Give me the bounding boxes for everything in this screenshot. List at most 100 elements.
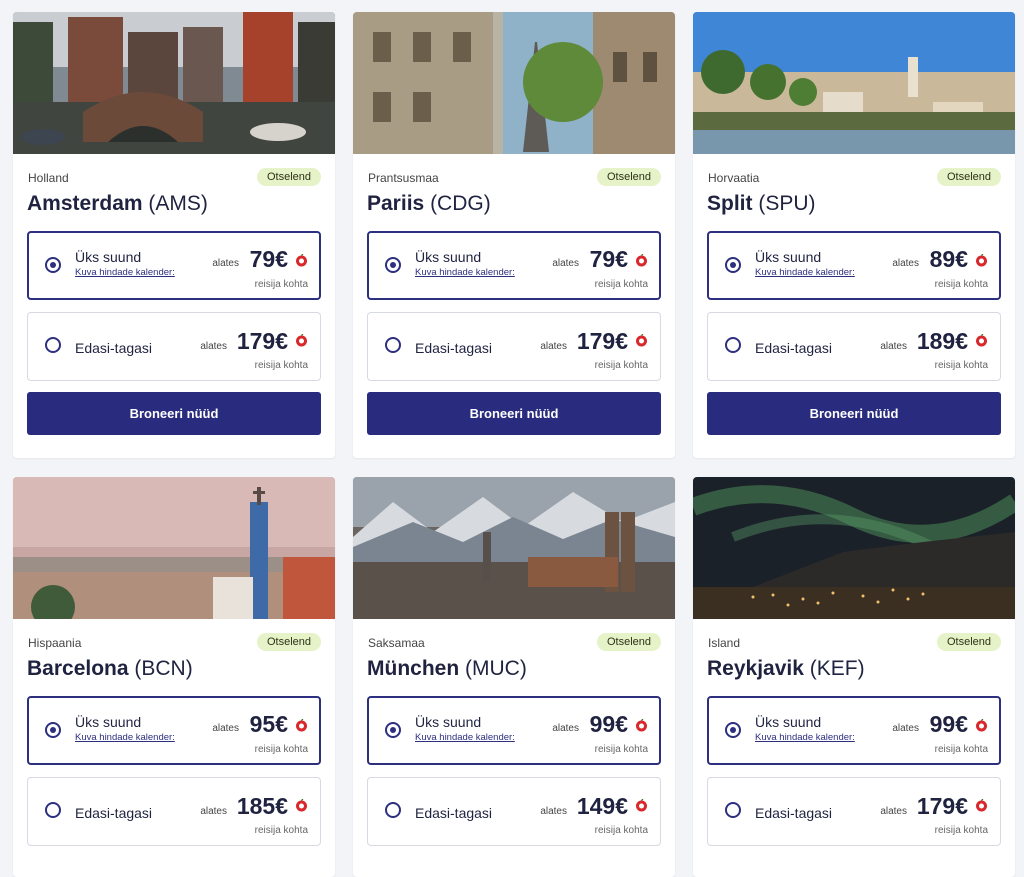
- round-trip-option[interactable]: Edasi-tagasi alates 179€ reisija kohta: [707, 777, 1001, 846]
- round-trip-option[interactable]: Edasi-tagasi alates 185€ reisija kohta: [27, 777, 321, 846]
- round-trip-option[interactable]: Edasi-tagasi alates 189€ reisija kohta: [707, 312, 1001, 381]
- destination-photo-split: [693, 12, 1015, 154]
- airline-logo-icon: [296, 334, 307, 347]
- price-from-label: alates: [212, 723, 239, 734]
- price-from-label: alates: [892, 723, 919, 734]
- per-passenger-label: reisija kohta: [594, 744, 648, 755]
- one-way-option[interactable]: Üks suund Kuva hindade kalender: alates …: [707, 696, 1001, 765]
- airline-logo-icon: [296, 799, 307, 812]
- price-value: 79€: [589, 246, 628, 272]
- option-label: Üks suund: [415, 249, 482, 265]
- book-now-button[interactable]: Broneeri nüüd: [367, 392, 661, 435]
- price-value: 99€: [929, 711, 968, 737]
- destination-title: Amsterdam (AMS): [27, 191, 321, 217]
- direct-flight-badge: Otselend: [936, 633, 1001, 651]
- destination-photo-barcelona: [13, 477, 335, 619]
- option-label: Edasi-tagasi: [755, 340, 833, 356]
- price-from-label: alates: [540, 806, 567, 817]
- destination-grid: Holland Otselend Amsterdam (AMS) Üks suu…: [0, 0, 1024, 877]
- radio-selected-icon[interactable]: [725, 722, 741, 738]
- option-label: Edasi-tagasi: [75, 805, 153, 821]
- price-calendar-link[interactable]: Kuva hindade kalender:: [755, 267, 855, 278]
- city-name: München: [367, 657, 460, 680]
- price-value: 89€: [929, 246, 968, 272]
- per-passenger-label: reisija kohta: [934, 360, 988, 371]
- airline-logo-icon: [636, 334, 647, 347]
- direct-flight-badge: Otselend: [596, 633, 661, 651]
- radio-icon[interactable]: [725, 802, 741, 818]
- destination-card-amsterdam: Holland Otselend Amsterdam (AMS) Üks suu…: [13, 12, 335, 458]
- book-now-button[interactable]: Broneeri nüüd: [707, 392, 1001, 435]
- radio-icon[interactable]: [725, 337, 741, 353]
- per-passenger-label: reisija kohta: [934, 279, 988, 290]
- airline-logo-icon: [636, 719, 647, 732]
- destination-title: Split (SPU): [707, 191, 1001, 217]
- price-value: 99€: [589, 711, 628, 737]
- option-label: Üks suund: [755, 249, 822, 265]
- direct-flight-badge: Otselend: [256, 168, 321, 186]
- one-way-option[interactable]: Üks suund Kuva hindade kalender: alates …: [27, 696, 321, 765]
- price-from-label: alates: [552, 723, 579, 734]
- option-label: Üks suund: [755, 714, 822, 730]
- round-trip-option[interactable]: Edasi-tagasi alates 179€ reisija kohta: [367, 312, 661, 381]
- price-from-label: alates: [880, 341, 907, 352]
- radio-selected-icon[interactable]: [725, 257, 741, 273]
- option-label: Üks suund: [75, 249, 142, 265]
- airline-logo-icon: [976, 334, 987, 347]
- one-way-option[interactable]: Üks suund Kuva hindade kalender: alates …: [367, 231, 661, 300]
- price-from-label: alates: [200, 806, 227, 817]
- price-calendar-link[interactable]: Kuva hindade kalender:: [415, 267, 515, 278]
- airline-logo-icon: [636, 799, 647, 812]
- price-from-label: alates: [200, 341, 227, 352]
- radio-icon[interactable]: [385, 802, 401, 818]
- price-value: 179€: [916, 793, 968, 819]
- round-trip-option[interactable]: Edasi-tagasi alates 149€ reisija kohta: [367, 777, 661, 846]
- radio-icon[interactable]: [45, 337, 61, 353]
- per-passenger-label: reisija kohta: [934, 825, 988, 836]
- destination-card-reykjavik: Island Otselend Reykjavik (KEF) Üks suun…: [693, 477, 1015, 877]
- airport-code: (AMS): [148, 192, 208, 215]
- city-name: Barcelona: [27, 657, 129, 680]
- country-label: Horvaatia: [708, 171, 760, 185]
- price-from-label: alates: [540, 341, 567, 352]
- per-passenger-label: reisija kohta: [254, 744, 308, 755]
- round-trip-option[interactable]: Edasi-tagasi alates 179€ reisija kohta: [27, 312, 321, 381]
- radio-selected-icon[interactable]: [385, 257, 401, 273]
- city-name: Reykjavik: [707, 657, 804, 680]
- price-value: 179€: [236, 328, 288, 354]
- book-now-button[interactable]: Broneeri nüüd: [27, 392, 321, 435]
- per-passenger-label: reisija kohta: [594, 360, 648, 371]
- option-label: Edasi-tagasi: [415, 805, 493, 821]
- direct-flight-badge: Otselend: [596, 168, 661, 186]
- destination-photo-amsterdam: [13, 12, 335, 154]
- one-way-option[interactable]: Üks suund Kuva hindade kalender: alates …: [707, 231, 1001, 300]
- one-way-option[interactable]: Üks suund Kuva hindade kalender: alates …: [367, 696, 661, 765]
- destination-title: Barcelona (BCN): [27, 656, 321, 682]
- per-passenger-label: reisija kohta: [254, 279, 308, 290]
- one-way-option[interactable]: Üks suund Kuva hindade kalender: alates …: [27, 231, 321, 300]
- country-label: Prantsusmaa: [368, 171, 439, 185]
- radio-icon[interactable]: [45, 802, 61, 818]
- radio-icon[interactable]: [385, 337, 401, 353]
- price-calendar-link[interactable]: Kuva hindade kalender:: [415, 732, 515, 743]
- radio-selected-icon[interactable]: [45, 722, 61, 738]
- per-passenger-label: reisija kohta: [594, 279, 648, 290]
- direct-flight-badge: Otselend: [936, 168, 1001, 186]
- airport-code: (BCN): [134, 657, 193, 680]
- price-calendar-link[interactable]: Kuva hindade kalender:: [755, 732, 855, 743]
- airline-logo-icon: [636, 254, 647, 267]
- destination-photo-paris: [353, 12, 675, 154]
- destination-card-paris: Prantsusmaa Otselend Pariis (CDG) Üks su…: [353, 12, 675, 458]
- airport-code: (KEF): [809, 657, 865, 680]
- price-value: 95€: [249, 711, 288, 737]
- price-value: 185€: [236, 793, 288, 819]
- radio-selected-icon[interactable]: [45, 257, 61, 273]
- option-label: Edasi-tagasi: [755, 805, 833, 821]
- per-passenger-label: reisija kohta: [254, 360, 308, 371]
- price-from-label: alates: [892, 258, 919, 269]
- radio-selected-icon[interactable]: [385, 722, 401, 738]
- price-calendar-link[interactable]: Kuva hindade kalender:: [75, 732, 175, 743]
- price-calendar-link[interactable]: Kuva hindade kalender:: [75, 267, 175, 278]
- destination-card-split: Horvaatia Otselend Split (SPU) Üks suund…: [693, 12, 1015, 458]
- destination-title: Reykjavik (KEF): [707, 656, 1001, 682]
